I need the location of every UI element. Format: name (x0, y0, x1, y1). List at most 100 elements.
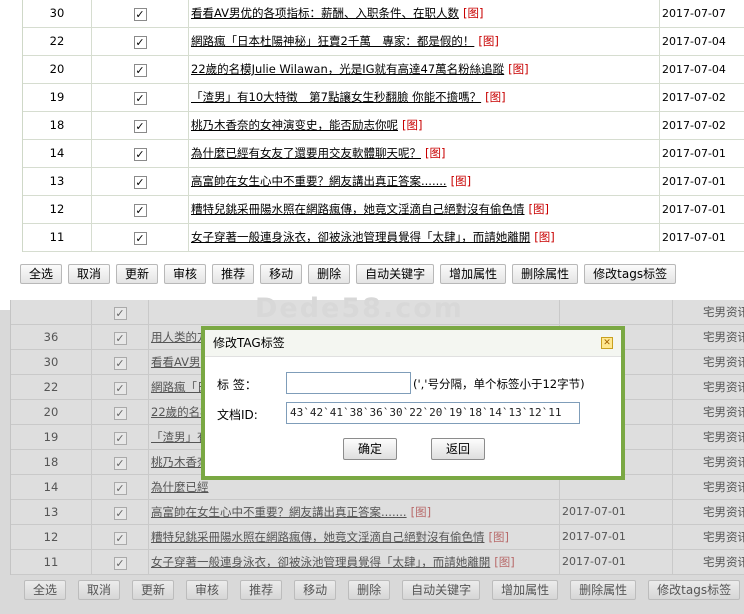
row-title-link[interactable]: 糟特兒銚采冊陽水照在網路瘋傳，她竟文淫滴自己絕對沒有偷色情 (189, 202, 525, 216)
row-category: 宅男资讯 (703, 380, 744, 394)
row-checkbox[interactable]: ✓ (133, 36, 147, 49)
toolbar-button[interactable]: 更新 (116, 264, 159, 284)
row-category: 宅男资讯 (703, 530, 744, 544)
toolbar-button[interactable]: 增加属性 (492, 580, 559, 600)
row-title-cell: 為什麼已經有女友了還要用交友軟體聊天呢？ [图] (189, 140, 660, 167)
row-checkbox[interactable]: ✓ (113, 307, 127, 320)
row-id: 14 (11, 475, 92, 499)
docid-input[interactable]: 43`42`41`38`36`30`22`20`19`18`14`13`12`1… (286, 402, 580, 424)
row-date: 2017-07-07 (662, 7, 726, 20)
row-title-link[interactable]: 看看AV男优的各项指标：薪酬、入职条件、在职人数 (189, 6, 459, 20)
row-image-flag[interactable]: [图] (411, 505, 432, 519)
row-image-flag[interactable]: [图] (402, 118, 423, 132)
row-title-link[interactable]: 高富帥在女生心中不重要？網友講出真正答案....... (189, 174, 447, 188)
toolbar-button[interactable]: 全选 (20, 264, 63, 284)
toolbar-button[interactable]: 修改tags标签 (584, 264, 677, 284)
toolbar-button[interactable]: 删除属性 (570, 580, 637, 600)
row-checkbox[interactable]: ✓ (133, 204, 147, 217)
toolbar-button[interactable]: 全选 (24, 580, 67, 600)
toolbar-button[interactable]: 审核 (186, 580, 229, 600)
row-title-link[interactable]: 用人类的方 (149, 330, 209, 344)
confirm-button[interactable]: 确定 (343, 438, 397, 460)
toolbar-button[interactable]: 推荐 (212, 264, 255, 284)
row-checkbox[interactable]: ✓ (113, 357, 127, 370)
row-title-link[interactable]: 為什麼已經 (149, 480, 209, 494)
row-image-flag[interactable]: [图] (463, 6, 484, 20)
row-checkbox[interactable]: ✓ (133, 92, 147, 105)
row-title-cell: 糟特兒銚采冊陽水照在網路瘋傳，她竟文淫滴自己絕對沒有偷色情 [图] (149, 525, 560, 549)
row-image-flag[interactable]: [图] (508, 62, 529, 76)
row-checkbox[interactable]: ✓ (133, 176, 147, 189)
toolbar-button[interactable]: 自动关键字 (402, 580, 481, 600)
back-button[interactable]: 返回 (431, 438, 485, 460)
toolbar-button[interactable]: 取消 (68, 264, 111, 284)
row-image-flag[interactable]: [图] (489, 530, 510, 544)
toolbar-button[interactable]: 删除 (348, 580, 391, 600)
row-checkbox[interactable]: ✓ (133, 64, 147, 77)
row-title-link[interactable]: 「渣男」有 (149, 430, 209, 444)
row-checkbox[interactable]: ✓ (133, 232, 147, 245)
row-image-flag[interactable]: [图] (494, 555, 515, 569)
toolbar-button[interactable]: 删除 (308, 264, 351, 284)
row-checkbox[interactable]: ✓ (113, 482, 127, 495)
row-checkbox[interactable]: ✓ (133, 148, 147, 161)
toolbar-button[interactable]: 自动关键字 (356, 264, 435, 284)
toolbar-button[interactable]: 移动 (294, 580, 337, 600)
row-checkbox[interactable]: ✓ (113, 532, 127, 545)
tags-input[interactable] (286, 372, 411, 394)
toolbar-button[interactable]: 取消 (78, 580, 121, 600)
table-row: 13 ✓ 高富帥在女生心中不重要？網友講出真正答案....... [图] 2017-07… (11, 500, 744, 525)
row-image-flag[interactable]: [图] (425, 146, 446, 160)
row-title-cell: 高富帥在女生心中不重要？網友講出真正答案....... [图] (149, 500, 560, 524)
row-title-cell: 「渣男」有10大特徵 第7點讓女生秒翻臉 你能不擔嗎？ [图] (189, 84, 660, 111)
row-title-link[interactable]: 22歲的名模Julie Wilawan，光是IG就有高達47萬名粉絲追蹤 (189, 62, 504, 76)
row-image-flag[interactable]: [图] (534, 230, 555, 244)
row-title-link[interactable]: 桃乃木香奈的女神演变史，能否励志你呢 (189, 118, 398, 132)
row-checkbox[interactable]: ✓ (113, 457, 127, 470)
row-title-link[interactable]: 網路瘋「日 (149, 380, 209, 394)
toolbar-button[interactable]: 推荐 (240, 580, 283, 600)
toolbar-button[interactable]: 移动 (260, 264, 303, 284)
row-title-cell: 糟特兒銚采冊陽水照在網路瘋傳，她竟文淫滴自己絕對沒有偷色情 [图] (189, 196, 660, 223)
toolbar-button[interactable]: 更新 (132, 580, 175, 600)
row-checkbox[interactable]: ✓ (113, 407, 127, 420)
image-flag-text: 图 (467, 6, 480, 20)
toolbar-button[interactable]: 修改tags标签 (648, 580, 741, 600)
row-checkbox[interactable]: ✓ (113, 432, 127, 445)
row-checkbox[interactable]: ✓ (113, 382, 127, 395)
row-image-flag[interactable]: [图] (478, 34, 499, 48)
action-toolbar-dimmed: 全选 取消 更新 审核 推荐 移动 删除 自动关键字 增加属性 删除属性 修改tags标签 (24, 580, 744, 600)
row-checkbox[interactable]: ✓ (113, 557, 127, 570)
image-flag-text: 图 (538, 230, 551, 244)
row-image-flag[interactable]: [图] (485, 90, 506, 104)
row-title-link[interactable]: 女子穿著一般連身泳衣，卻被泳池管理員覺得「太肆」，而請她離開 (149, 555, 490, 569)
toolbar-button[interactable]: 删除属性 (512, 264, 579, 284)
row-checkbox[interactable]: ✓ (133, 8, 147, 21)
row-checkbox-cell: ✓ (92, 56, 189, 83)
row-title-cell: 桃乃木香奈的女神演变史，能否励志你呢 [图] (189, 112, 660, 139)
row-checkbox[interactable]: ✓ (133, 120, 147, 133)
toolbar-button[interactable]: 增加属性 (440, 264, 507, 284)
row-image-flag[interactable]: [图] (451, 174, 472, 188)
row-id: 18 (23, 112, 92, 139)
row-title-link[interactable]: 糟特兒銚采冊陽水照在網路瘋傳，她竟文淫滴自己絕對沒有偷色情 (149, 530, 485, 544)
row-date: 2017-07-01 (560, 525, 673, 549)
row-title-link[interactable] (149, 305, 151, 319)
row-title-link[interactable]: 為什麼已經有女友了還要用交友軟體聊天呢？ (189, 146, 421, 160)
row-title-link[interactable]: 高富帥在女生心中不重要？網友講出真正答案....... (149, 505, 407, 519)
row-title-link[interactable]: 看看AV男 (149, 355, 201, 369)
close-icon[interactable]: ✕ (601, 337, 613, 349)
row-checkbox[interactable]: ✓ (113, 332, 127, 345)
row-title-link[interactable]: 「渣男」有10大特徵 第7點讓女生秒翻臉 你能不擔嗎？ (189, 90, 481, 104)
row-title-link[interactable]: 女子穿著一般連身泳衣，卻被泳池管理員覺得「太肆」，而請她離開 (189, 230, 530, 244)
row-category: 宅男资讯 (703, 305, 744, 319)
row-title-cell: 網路瘋「日本杜陽神秘」狂賣2千萬 專家：都是假的！ [图] (189, 28, 660, 55)
row-checkbox[interactable]: ✓ (113, 507, 127, 520)
toolbar-button[interactable]: 审核 (164, 264, 207, 284)
row-date: 2017-07-01 (662, 147, 726, 160)
row-image-flag[interactable]: [图] (529, 202, 550, 216)
row-checkbox-cell: ✓ (92, 425, 149, 449)
table-row: 12 ✓ 糟特兒銚采冊陽水照在網路瘋傳，她竟文淫滴自己絕對沒有偷色情 [图] 2017-… (11, 525, 744, 550)
row-title-link[interactable]: 桃乃木香奈 (149, 455, 209, 469)
row-title-link[interactable]: 網路瘋「日本杜陽神秘」狂賣2千萬 專家：都是假的！ (189, 34, 474, 48)
